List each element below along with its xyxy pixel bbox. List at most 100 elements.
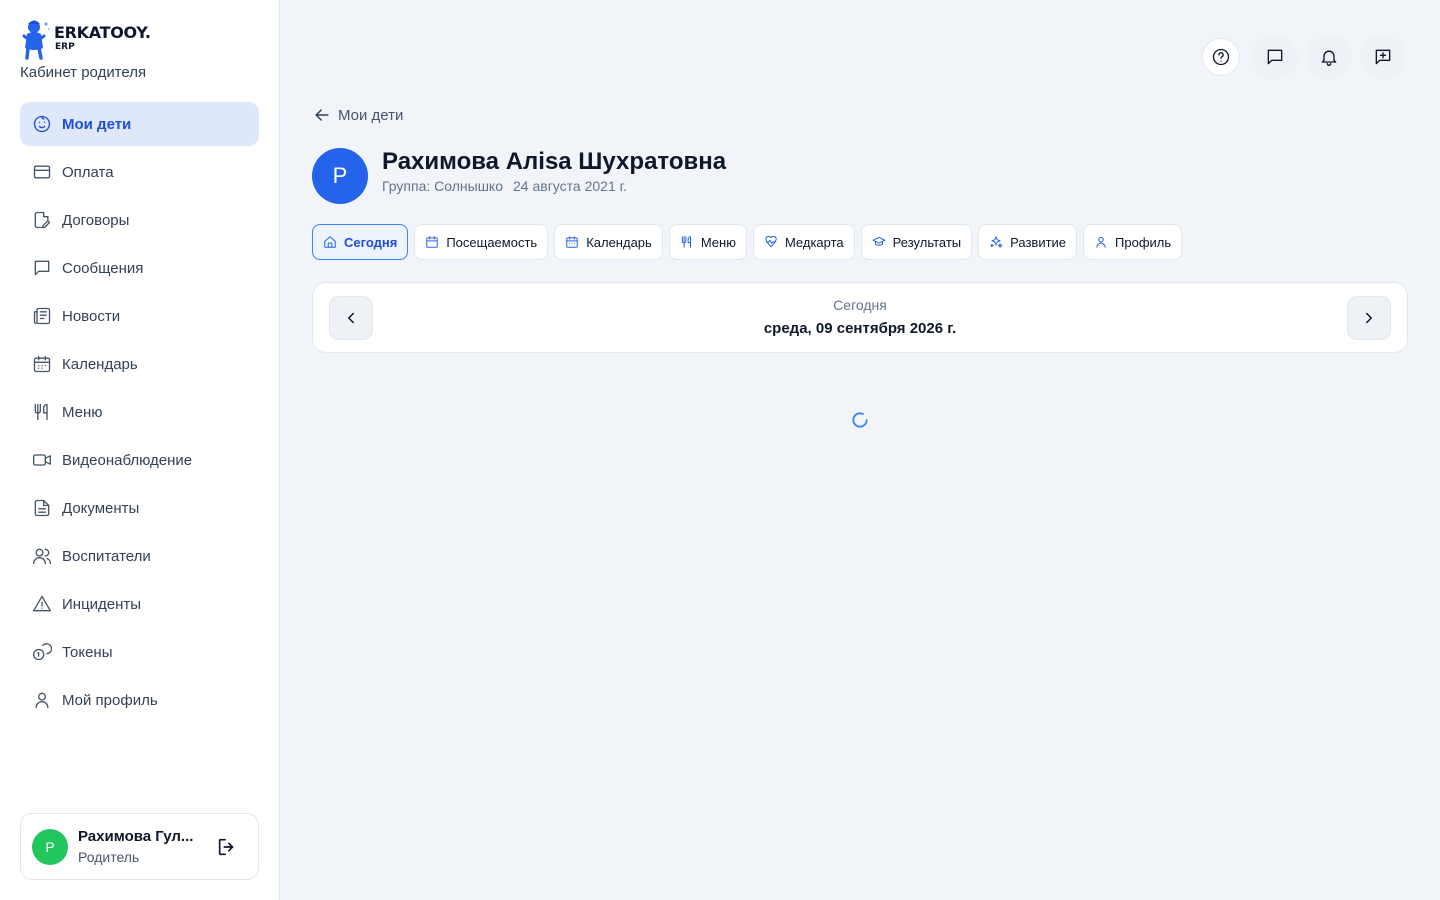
next-day-button[interactable] [1347,296,1391,340]
sidebar-item-video[interactable]: Видеонаблюдение [20,438,259,482]
tab-label: Результаты [892,234,962,250]
sidebar-item-label: Календарь [62,355,138,373]
arrow-left-icon [315,109,329,121]
sidebar-item-menu[interactable]: Меню [20,390,259,434]
calendar-icon [32,354,52,374]
sidebar-item-documents[interactable]: Документы [20,486,259,530]
child-group: Группа: Солнышко [382,178,504,194]
sidebar-nav: Мои дети Оплата Договоры Сообщения Новос… [20,102,259,726]
sidebar-item-news[interactable]: Новости [20,294,259,338]
sidebar-item-label: Оплата [62,163,114,181]
sidebar-item-label: Сообщения [62,259,144,277]
user-card: Р Рахимова Гул... Родитель [20,813,259,880]
graduation-cap-icon [872,236,885,246]
newspaper-icon [32,306,52,326]
help-button[interactable] [1202,38,1240,76]
user-role: Родитель [78,849,140,865]
sidebar-item-tokens[interactable]: Токены [20,630,259,674]
sidebar-item-teachers[interactable]: Воспитатели [20,534,259,578]
warning-icon [32,594,52,614]
sidebar-item-label: Токены [62,643,113,661]
child-face-icon [32,114,52,134]
tab-menu[interactable]: Меню [668,224,747,260]
coins-icon [32,642,52,662]
sidebar-item-my-profile[interactable]: Мой профиль [20,678,259,722]
user-name: Рахимова Гул... [78,828,194,845]
tab-profile[interactable]: Профиль [1083,224,1183,260]
tab-label: Календарь [586,234,652,250]
help-icon [1212,48,1230,66]
sidebar-item-label: Видеонаблюдение [62,451,193,469]
sidebar: ERKATOOY. ERP Кабинет родителя Мои дети … [0,0,280,900]
bell-icon [1321,50,1337,66]
tab-label: Сегодня [344,234,398,250]
calendar-icon [566,236,578,248]
loading-spinner [850,410,870,430]
tab-development[interactable]: Развитие [978,224,1078,260]
tab-medcard[interactable]: Медкарта [752,224,855,260]
tab-today[interactable]: Сегодня [312,224,409,260]
sidebar-item-my-children[interactable]: Мои дети [20,102,259,146]
calendar-check-icon [426,236,439,248]
brand-sub: ERP [55,42,75,52]
sidebar-item-label: Воспитатели [62,547,151,565]
header-actions [1202,34,1406,80]
cabinet-title: Кабинет родителя [20,64,147,81]
user-icon [1096,236,1106,248]
messages-button[interactable] [1252,34,1298,80]
sidebar-item-payment[interactable]: Оплата [20,150,259,194]
child-tabs: Сегодня Посещаемость Календарь Меню Медк… [312,224,1183,260]
tab-label: Меню [700,234,736,250]
feedback-button[interactable] [1360,34,1406,80]
sidebar-item-label: Мой профиль [62,691,158,709]
sidebar-item-label: Договоры [62,211,130,229]
tab-label: Посещаемость [446,234,538,250]
message-icon [1267,49,1283,65]
heart-pulse-icon [765,235,777,248]
day-selector: Сегодня среда, 09 сентября 2026 г. [312,282,1408,353]
utensils-icon [32,402,52,422]
message-plus-icon [1375,49,1391,65]
sidebar-item-label: Меню [62,403,103,421]
logo-mascot-icon [22,20,50,60]
sidebar-item-contracts[interactable]: Договоры [20,198,259,242]
home-icon [324,236,336,248]
day-date: среда, 09 сентября 2026 г. [763,320,957,337]
back-label: Мои дети [338,106,404,124]
tab-results[interactable]: Результаты [860,224,973,260]
utensils-icon [681,236,691,248]
tab-label: Профиль [1115,234,1172,250]
tab-label: Развитие [1010,234,1067,250]
child-meta: Группа: Солнышко 24 августа 2021 г. [382,178,627,194]
sidebar-item-label: Документы [62,499,140,517]
logo[interactable]: ERKATOOY. ERP [20,18,151,60]
logout-icon [218,838,234,856]
chevron-right-icon [1366,312,1372,324]
message-icon [32,258,52,278]
avatar: Р [32,828,68,865]
document-icon [32,498,52,518]
back-link[interactable]: Мои дети [312,105,403,125]
brand-name: ERKATOOY. [54,23,151,42]
tab-calendar[interactable]: Календарь [554,224,663,260]
users-icon [32,546,52,566]
sidebar-item-incidents[interactable]: Инциденты [20,582,259,626]
logout-button[interactable] [216,836,238,858]
child-avatar: Р [312,148,368,204]
user-icon [32,690,52,710]
sidebar-item-messages[interactable]: Сообщения [20,246,259,290]
sidebar-item-label: Мои дети [62,115,132,133]
tab-attendance[interactable]: Посещаемость [414,224,549,260]
notifications-button[interactable] [1306,34,1352,80]
sparkles-icon [990,236,1003,248]
credit-card-icon [32,162,52,182]
spinner-icon [852,412,868,428]
child-birthdate: 24 августа 2021 г. [513,178,627,194]
contract-icon [32,210,52,230]
tab-label: Медкарта [784,234,844,250]
sidebar-item-calendar[interactable]: Календарь [20,342,259,386]
sidebar-item-label: Инциденты [62,595,142,613]
sidebar-item-label: Новости [62,307,121,325]
video-icon [32,450,52,470]
day-label: Сегодня [833,297,887,313]
